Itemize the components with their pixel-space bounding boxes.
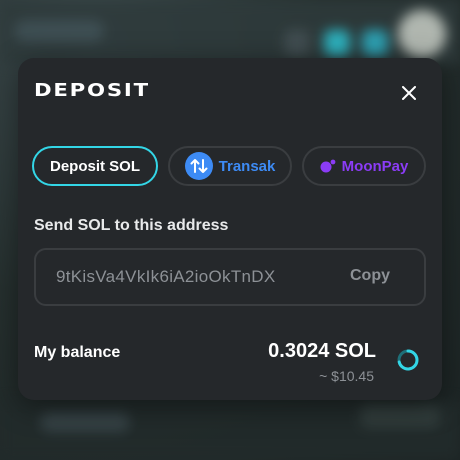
address-field: 9tKisVa4VkIk6iA2ioOkTnDX Copy — [34, 248, 426, 306]
tab-label: Transak — [218, 157, 276, 175]
tab-label: MoonPay — [341, 157, 409, 175]
transak-logo-icon — [184, 152, 213, 180]
close-button[interactable] — [398, 82, 420, 104]
copy-button[interactable]: Copy — [350, 267, 390, 285]
tab-label: Deposit SOL — [49, 157, 140, 175]
deposit-method-tabs: Deposit SOL Transak MoonPay — [32, 146, 432, 186]
moonpay-logo-icon — [320, 159, 336, 173]
background-footer-item — [40, 412, 130, 432]
background-logo — [14, 20, 104, 42]
balance-amount: 0.3024 SOL — [268, 340, 376, 362]
background-avatar — [398, 10, 446, 58]
balance-label: My balance — [34, 344, 121, 361]
balance-usd-value: ~ $10.45 — [319, 368, 374, 384]
background-button — [284, 30, 310, 56]
close-icon — [402, 86, 416, 100]
tab-transak[interactable]: Transak — [168, 146, 292, 186]
tab-moonpay[interactable]: MoonPay — [302, 146, 426, 186]
modal-title: DEPOSIT — [34, 80, 150, 101]
send-address-label: Send SOL to this address — [34, 217, 229, 234]
background-button — [324, 30, 350, 56]
tab-deposit-sol[interactable]: Deposit SOL — [32, 146, 158, 186]
loading-spinner-icon[interactable] — [396, 348, 420, 372]
background-button — [362, 30, 388, 56]
wallet-address[interactable]: 9tKisVa4VkIk6iA2ioOkTnDX — [56, 267, 310, 287]
deposit-modal: DEPOSIT Deposit SOL Transak MoonPay Send… — [18, 58, 442, 400]
background-footer-item — [360, 404, 440, 428]
